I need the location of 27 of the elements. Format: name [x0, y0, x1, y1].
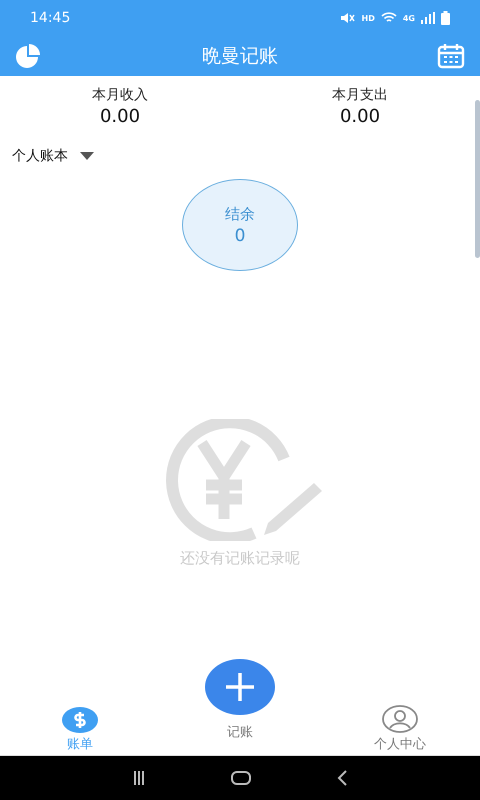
app-title: 晩曼记账: [202, 44, 278, 69]
wifi-icon: [380, 12, 397, 24]
recents-icon[interactable]: [133, 771, 145, 785]
nav-tab[interactable]: 账单: [0, 707, 160, 753]
dollar-icon: [62, 707, 98, 733]
balance-label: 结余: [225, 204, 255, 224]
plus-icon: [224, 671, 256, 703]
signal-icon: [421, 12, 435, 24]
balance-value: 0: [234, 226, 246, 246]
calendar-icon[interactable]: [437, 43, 465, 69]
book-selector[interactable]: 个人账本: [12, 147, 94, 165]
home-icon[interactable]: [231, 771, 251, 785]
network-label: HD: [362, 14, 375, 22]
dropdown-icon: [80, 152, 94, 160]
user-icon: [382, 705, 418, 733]
summary-amount: 0.00: [340, 106, 380, 127]
back-icon[interactable]: [337, 770, 347, 786]
summary-label: 本月支出: [332, 86, 388, 104]
mute-icon: [340, 12, 356, 24]
pie-chart-icon[interactable]: [15, 43, 43, 69]
add-label: 记账: [227, 724, 253, 741]
summary-amount: 0.00: [100, 106, 140, 127]
status-time: 14:45: [30, 10, 70, 26]
nav-tab[interactable]: 个人中心: [320, 705, 480, 753]
network-label: 4G: [402, 14, 415, 22]
summary-label: 本月收入: [92, 86, 148, 104]
battery-icon: [441, 11, 450, 25]
